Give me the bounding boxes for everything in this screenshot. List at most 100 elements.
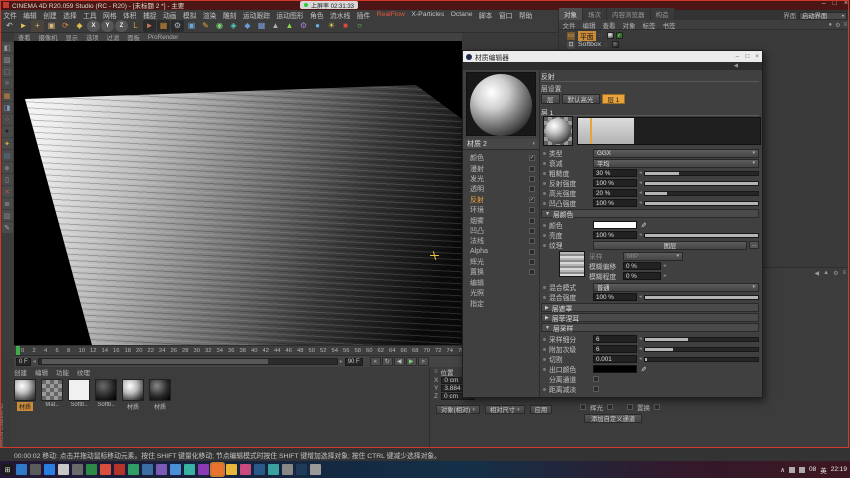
material-thumbnail[interactable] xyxy=(149,379,171,401)
channel-checkbox[interactable] xyxy=(529,207,535,213)
display-mode-icon[interactable]: ▨ xyxy=(2,210,13,221)
menu-item[interactable]: 文件 xyxy=(0,10,20,19)
layer-mask-section[interactable]: ▶层遮罩 xyxy=(541,303,759,312)
dialog-close-button[interactable]: × xyxy=(755,53,759,60)
blur-scale-field[interactable]: 0 % xyxy=(623,272,661,280)
blend-strength-slider[interactable] xyxy=(644,295,759,300)
attenuation-dropdown[interactable]: 平均▾ xyxy=(593,159,759,168)
material-item[interactable]: Mat.. xyxy=(40,379,64,411)
object-name[interactable]: Softbox xyxy=(578,41,601,48)
object-menu-item[interactable]: 编辑 xyxy=(579,20,599,30)
object-relative-dropdown[interactable]: 对象(相对) xyxy=(436,405,480,414)
channel-checkbox[interactable] xyxy=(529,249,535,255)
menu-item[interactable]: 网格 xyxy=(100,10,120,19)
channel-row[interactable]: Alpha xyxy=(463,247,539,257)
channel-checkbox[interactable] xyxy=(529,166,535,172)
enable-tag-icon[interactable]: ✓ xyxy=(616,32,623,39)
layer-fresnel-section[interactable]: ▶层菲涅耳 xyxy=(541,313,759,322)
close-button[interactable]: × xyxy=(844,0,848,7)
menu-item[interactable]: 模拟 xyxy=(180,10,200,19)
material-preview[interactable] xyxy=(466,72,536,136)
reflection-strength-slider[interactable] xyxy=(644,181,759,186)
snap-icon[interactable]: ◆ xyxy=(2,162,13,173)
tray-caret-icon[interactable]: ∧ xyxy=(780,466,785,474)
animation-mode-icon[interactable]: ▦ xyxy=(2,90,13,101)
taskbar-app-icon[interactable] xyxy=(44,464,55,475)
lock-icon[interactable]: ⚙ xyxy=(833,270,838,277)
dialog-minimize-button[interactable]: – xyxy=(736,53,740,60)
gear-icon[interactable]: ⚙ xyxy=(835,22,840,29)
scale-tool-icon[interactable]: ▣ xyxy=(45,20,58,32)
taskbar-app-icon[interactable] xyxy=(254,464,265,475)
material-item[interactable]: 材质 xyxy=(121,379,145,411)
taskbar-app-icon[interactable] xyxy=(86,464,97,475)
channel-row[interactable]: 颜色 xyxy=(463,153,539,163)
end-frame-field[interactable]: 90 F xyxy=(345,358,363,366)
generators-icon[interactable]: ◉ xyxy=(213,20,226,32)
simulation-icon[interactable]: ◆ xyxy=(241,20,254,32)
tray-icon[interactable] xyxy=(789,467,795,473)
channel-checkbox[interactable] xyxy=(529,259,535,265)
goto-start-button[interactable]: « xyxy=(370,357,381,366)
sampling-subdiv-slider[interactable] xyxy=(644,337,759,342)
channel-row[interactable]: 光照 xyxy=(463,288,539,298)
deformer-icon[interactable]: ⚙ xyxy=(297,20,310,32)
sampling-subdiv-field[interactable]: 6 xyxy=(593,335,637,343)
distance-dim-checkbox[interactable] xyxy=(593,386,599,392)
taskbar-app-icon[interactable] xyxy=(128,464,139,475)
menu-icon[interactable]: ≡ xyxy=(842,270,846,277)
menu-item[interactable]: 插件 xyxy=(353,10,373,19)
bump-strength-field[interactable]: 100 % xyxy=(593,199,637,207)
cutoff-slider[interactable] xyxy=(644,357,759,362)
apply-button[interactable]: 应用 xyxy=(530,405,553,414)
channel-checkbox[interactable] xyxy=(529,269,535,275)
material-menu-item[interactable]: 创建 xyxy=(10,367,31,377)
blend-mode-dropdown[interactable]: 普通▾ xyxy=(593,283,759,292)
timeline-scrollbar[interactable] xyxy=(38,358,338,365)
specular-strength-field[interactable]: 20 % xyxy=(593,189,637,197)
menu-item[interactable]: 流水线 xyxy=(327,10,354,19)
object-row-plane[interactable]: ▭ 平面 ∷ ✓ xyxy=(559,31,850,40)
channel-checkbox[interactable] xyxy=(529,228,535,234)
secondary-subdiv-field[interactable]: 6 xyxy=(593,345,637,353)
last-tool-icon[interactable]: ◆ xyxy=(73,20,86,32)
workplane-icon[interactable]: ▢ xyxy=(2,66,13,77)
menu-item[interactable]: 渲染 xyxy=(200,10,220,19)
object-menu-item[interactable]: 对象 xyxy=(619,20,639,30)
search-icon[interactable]: ● xyxy=(828,22,832,29)
layers-icon[interactable]: ≣ xyxy=(2,198,13,209)
blend-strength-field[interactable]: 100 % xyxy=(593,293,637,301)
eyedropper-icon[interactable]: ✎ xyxy=(639,222,647,228)
brightness-slider[interactable] xyxy=(644,233,759,238)
channel-row[interactable]: 法线 xyxy=(463,236,539,246)
taskbar-app-icon[interactable] xyxy=(58,464,69,475)
menu-item[interactable]: 动画 xyxy=(160,10,180,19)
ring-icon[interactable]: ○ xyxy=(353,20,366,32)
play-button[interactable]: ▶ xyxy=(406,357,417,366)
primitives-icon[interactable]: ▣ xyxy=(185,20,198,32)
menu-item[interactable]: 创建 xyxy=(40,10,60,19)
object-menu-item[interactable]: 查看 xyxy=(599,20,619,30)
dialog-maximize-button[interactable]: □ xyxy=(745,53,749,60)
menu-item[interactable]: 窗口 xyxy=(496,10,516,19)
reflection-strength-field[interactable]: 100 % xyxy=(593,179,637,187)
taskbar-app-icon[interactable] xyxy=(72,464,83,475)
taskbar-app-icon[interactable] xyxy=(212,464,223,475)
channel-row[interactable]: 发光 xyxy=(463,174,539,184)
glow-arrow[interactable] xyxy=(607,404,613,410)
viewport-menu-item[interactable]: ProRender xyxy=(144,34,182,41)
layer-sampling-section[interactable]: ▼层采样 xyxy=(541,323,759,332)
eyedropper-icon[interactable]: ✎ xyxy=(639,366,647,372)
material-thumbnail[interactable] xyxy=(41,379,63,401)
displacement-arrow[interactable] xyxy=(654,404,660,410)
taskbar-app-icon[interactable] xyxy=(142,464,153,475)
menu-item[interactable]: 角色 xyxy=(307,10,327,19)
tray-icon[interactable] xyxy=(799,467,805,473)
menu-item[interactable]: 脚本 xyxy=(476,10,496,19)
maximize-button[interactable]: □ xyxy=(833,0,837,7)
texture-browse-button[interactable]: … xyxy=(749,241,759,249)
prev-frame-button[interactable]: ◀ xyxy=(394,357,405,366)
menu-item[interactable]: X-Particles xyxy=(408,11,447,18)
live-selection-icon[interactable]: ► xyxy=(17,20,30,32)
material-item[interactable]: 材质 xyxy=(13,379,37,411)
